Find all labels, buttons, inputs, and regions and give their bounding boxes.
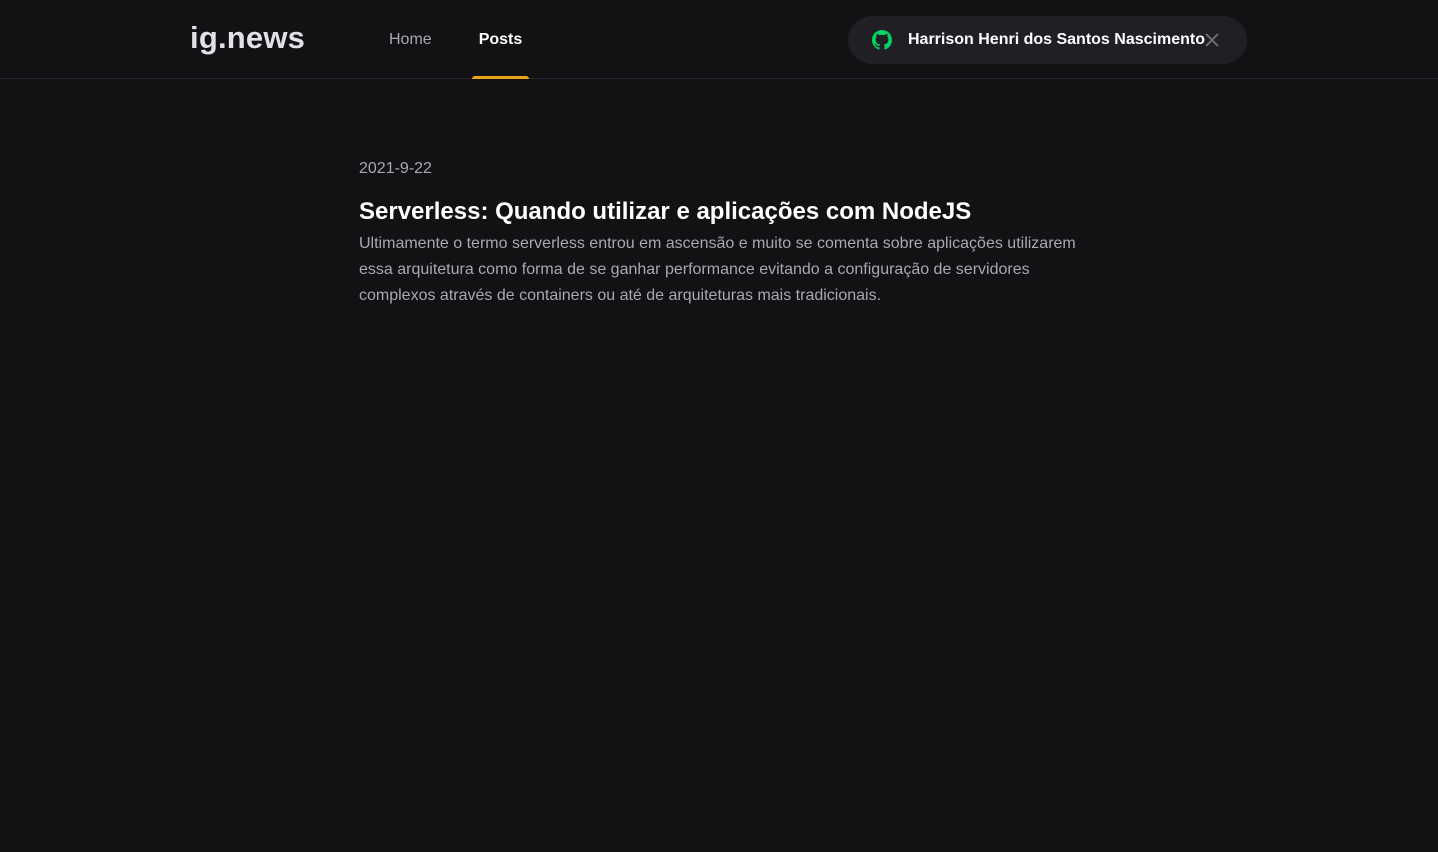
user-name: Harrison Henri dos Santos Nascimento [908,31,1205,48]
post-item[interactable]: 2021-9-22 Serverless: Quando utilizar e … [359,158,1089,309]
post-date: 2021-9-22 [359,160,432,177]
nav-link-posts[interactable]: Posts [472,0,529,79]
post-excerpt: Ultimamente o termo serverless entrou em… [359,235,1076,304]
post-title: Serverless: Quando utilizar e aplicações… [359,198,972,225]
site-header: ig.news Home Posts Harrison Henri dos Sa… [0,0,1438,79]
nav-link-posts-label: Posts [478,31,523,48]
close-icon[interactable] [1205,33,1219,47]
github-icon [872,30,892,50]
site-logo[interactable]: ig.news [190,19,305,57]
signin-button[interactable]: Harrison Henri dos Santos Nascimento [848,16,1247,64]
nav-active-indicator [472,76,529,79]
nav-link-home[interactable]: Home [389,0,432,79]
